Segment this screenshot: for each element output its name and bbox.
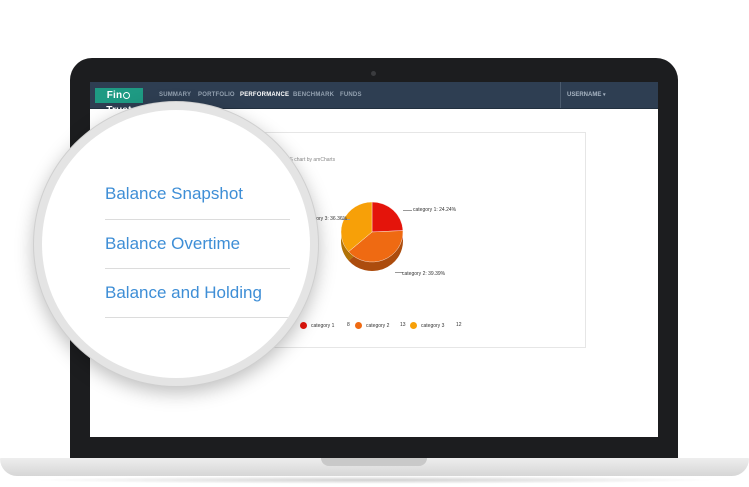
legend-label-category-3: category 3 <box>421 323 445 329</box>
menu-balance-overtime[interactable]: Balance Overtime <box>105 224 295 264</box>
magnifier-lens: Balance Snapshot Balance Overtime Balanc… <box>42 110 310 378</box>
pie-chart <box>340 201 404 272</box>
menu-divider <box>105 268 290 269</box>
nav-benchmark[interactable]: BENCHMARK <box>293 82 334 108</box>
menu-balance-and-holding[interactable]: Balance and Holding <box>105 273 295 313</box>
logo-text-trust: Trust <box>106 105 132 116</box>
navbar-divider <box>560 82 561 108</box>
menu-balance-snapshot[interactable]: Balance Snapshot <box>105 174 295 214</box>
nav-summary[interactable]: SUMMARY <box>159 82 191 108</box>
nav-funds[interactable]: FUNDS <box>340 82 362 108</box>
leader-line-category-1 <box>403 210 412 211</box>
top-navbar: Fin Trust SUMMARY PORTFOLIO PERFORMANCE B… <box>90 82 658 116</box>
legend-value-category-2: 13 <box>400 322 406 328</box>
laptop-base-notch <box>321 458 427 466</box>
legend-value-category-1: 8 <box>347 322 350 328</box>
logo-text-fin: Fin <box>106 90 123 101</box>
logo-ring-icon <box>123 92 131 99</box>
menu-divider <box>105 219 290 220</box>
fintrust-logo[interactable]: Fin Trust <box>95 88 143 116</box>
menu-divider <box>105 317 290 318</box>
legend-label-category-2: category 2 <box>366 323 390 329</box>
username-label: USERNAME <box>567 92 602 98</box>
legend-item-category-2[interactable]: category 2 <box>355 322 389 330</box>
webcam <box>371 71 376 76</box>
legend-label-category-1: category 1 <box>311 323 335 329</box>
slice-label-category-3: category 3: 36.36% <box>304 216 348 222</box>
laptop-shadow <box>30 476 720 484</box>
legend-swatch-category-3 <box>410 322 417 329</box>
nav-performance[interactable]: PERFORMANCE <box>240 82 289 108</box>
legend-value-category-3: 12 <box>456 322 462 328</box>
legend-item-category-1[interactable]: category 1 <box>300 322 334 330</box>
chevron-down-icon: ▾ <box>603 92 606 98</box>
legend-swatch-category-2 <box>355 322 362 329</box>
chart-credit[interactable]: JS chart by amCharts <box>287 157 335 163</box>
nav-portfolio[interactable]: PORTFOLIO <box>198 82 235 108</box>
slice-label-category-2: category 2: 39.39% <box>402 271 446 277</box>
user-menu[interactable]: USERNAME ▾ <box>567 82 606 108</box>
pie-slice-category-1[interactable] <box>371 201 404 233</box>
legend-item-category-3[interactable]: category 3 <box>410 322 444 330</box>
legend-swatch-category-1 <box>300 322 307 329</box>
slice-label-category-1: category 1: 24.24% <box>413 207 457 213</box>
